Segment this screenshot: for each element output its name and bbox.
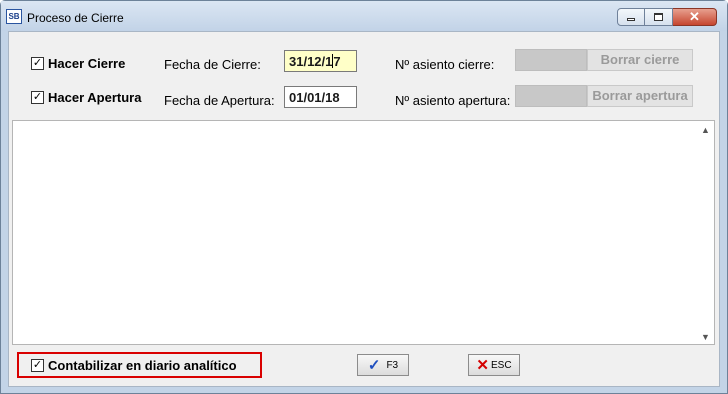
x-icon: ✕ [476, 357, 489, 374]
analytic-journal-checkbox[interactable]: ✓ Contabilizar en diario analítico [31, 358, 237, 373]
scroll-down-icon[interactable]: ▼ [700, 332, 711, 342]
title-bar[interactable]: SB Proceso de Cierre ✕ [1, 1, 727, 31]
checkbox-check-icon: ✓ [31, 91, 44, 104]
action-panel: ✓ Contabilizar en diario analítico ✓ F3 … [9, 345, 719, 386]
closing-date-field[interactable]: 31/12/17 [284, 50, 357, 72]
accept-key-label: F3 [386, 359, 399, 371]
opening-date-field[interactable]: 01/01/18 [284, 86, 357, 108]
checkmark-icon: ✓ [367, 357, 381, 374]
app-logo-icon: SB [6, 9, 22, 24]
maximize-button[interactable] [645, 8, 673, 26]
close-icon: ✕ [689, 9, 700, 24]
checkbox-check-icon: ✓ [31, 359, 44, 372]
scroll-up-icon[interactable]: ▲ [700, 125, 711, 135]
window-title: Proceso de Cierre [27, 11, 124, 25]
cancel-esc-button[interactable]: ✕ ESC [468, 354, 520, 376]
options-panel: ✓ Hacer Cierre Fecha de Cierre: 31/12/17… [9, 32, 719, 120]
vertical-scrollbar[interactable]: ▲ ▼ [697, 121, 714, 344]
dialog-client-area: ✓ Hacer Cierre Fecha de Cierre: 31/12/17… [8, 31, 720, 387]
make-closing-label: Hacer Cierre [48, 56, 126, 71]
minimize-icon [627, 18, 635, 21]
opening-entry-field [515, 85, 587, 107]
log-text-area[interactable]: ▲ ▼ [12, 120, 715, 345]
opening-entry-label: Nº asiento apertura: [395, 93, 511, 108]
close-button[interactable]: ✕ [673, 8, 717, 26]
closing-date-text: 31/12/1 [289, 54, 333, 69]
cancel-key-label: ESC [491, 359, 512, 371]
make-closing-checkbox[interactable]: ✓ Hacer Cierre [31, 56, 125, 71]
analytic-journal-label: Contabilizar en diario analítico [48, 358, 237, 373]
closing-entry-label: Nº asiento cierre: [395, 57, 495, 72]
closing-date-label: Fecha de Cierre: [164, 57, 261, 72]
delete-opening-button[interactable]: Borrar apertura [587, 85, 693, 107]
window-controls: ✕ [617, 8, 717, 26]
opening-date-label: Fecha de Apertura: [164, 93, 275, 108]
accept-f3-button[interactable]: ✓ F3 [357, 354, 409, 376]
process-close-window: SB Proceso de Cierre ✕ ✓ Hacer Cierre Fe… [0, 0, 728, 394]
make-opening-label: Hacer Apertura [48, 90, 142, 105]
checkbox-check-icon: ✓ [31, 57, 44, 70]
make-opening-checkbox[interactable]: ✓ Hacer Apertura [31, 90, 141, 105]
minimize-button[interactable] [617, 8, 645, 26]
closing-date-text-tail: 7 [333, 54, 341, 69]
closing-entry-field [515, 49, 587, 71]
delete-closing-button[interactable]: Borrar cierre [587, 49, 693, 71]
maximize-icon [654, 13, 663, 21]
